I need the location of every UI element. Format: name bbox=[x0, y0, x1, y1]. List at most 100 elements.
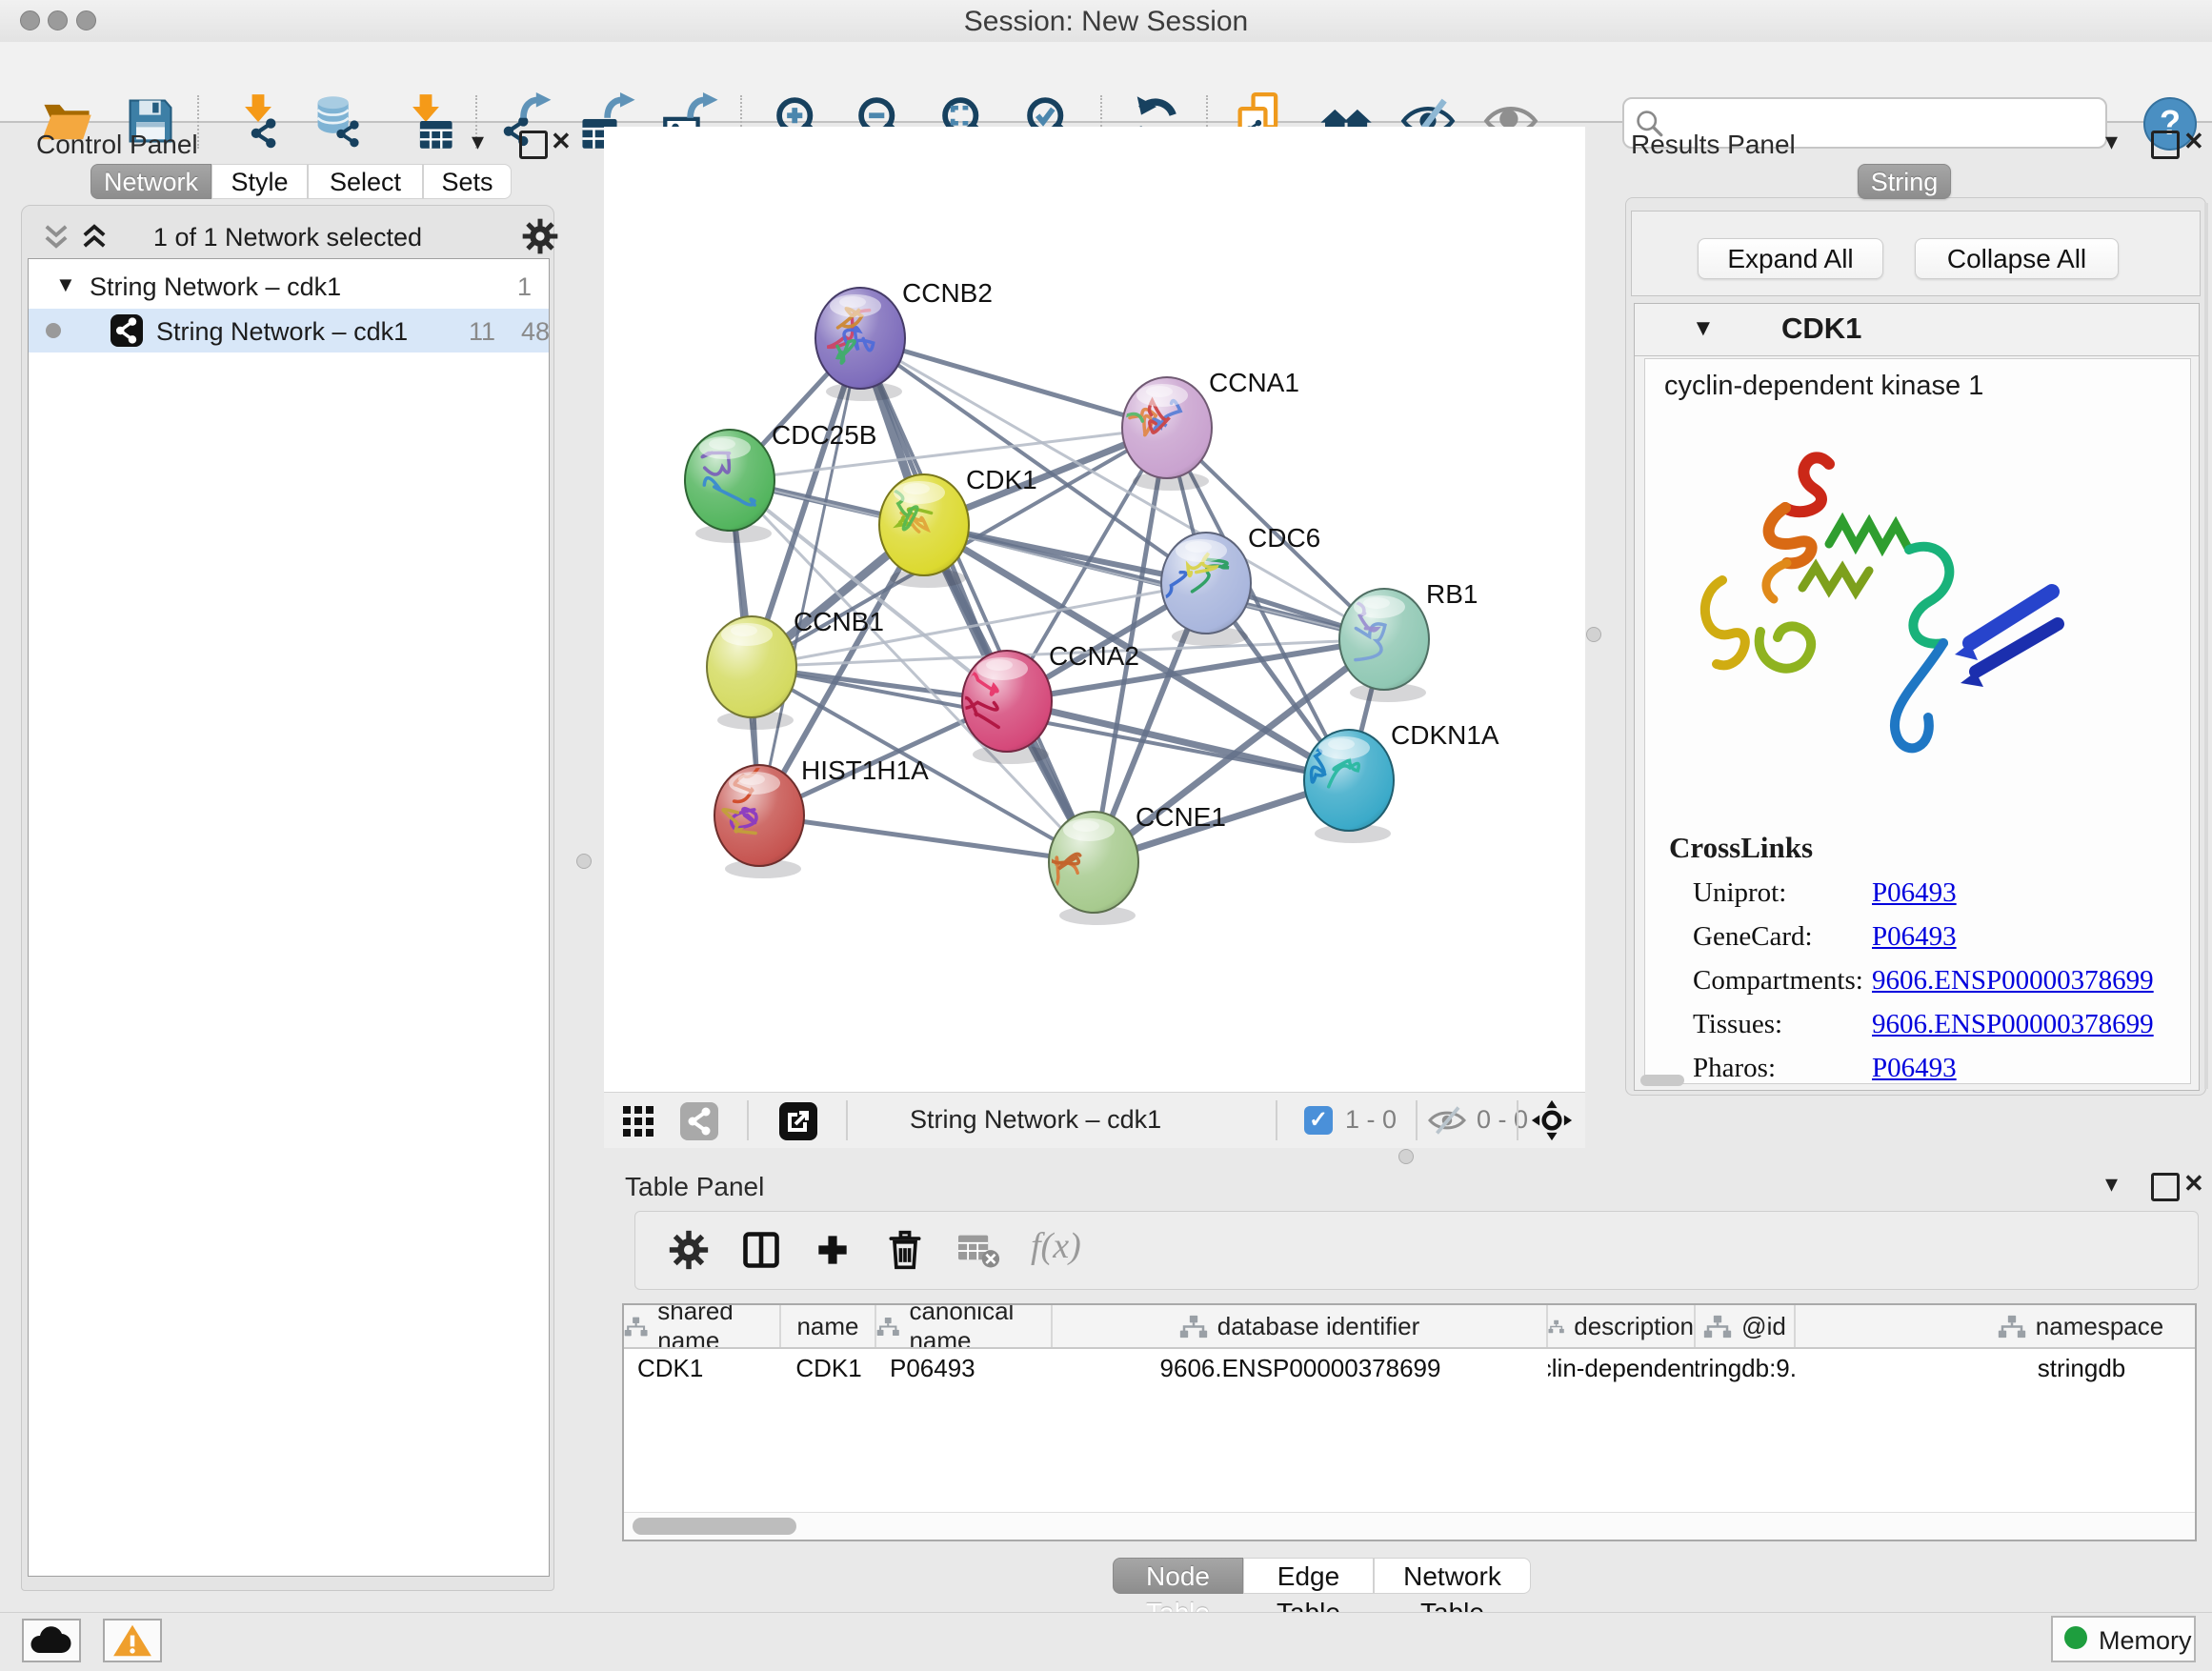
expand-all-button[interactable]: Expand All bbox=[1698, 238, 1883, 279]
crosslink-value-link[interactable]: P06493 bbox=[1872, 1053, 1957, 1084]
node-CDC25B[interactable] bbox=[685, 430, 774, 543]
network-row[interactable]: String Network – cdk1 11 48 bbox=[29, 309, 549, 352]
tab-network-table[interactable]: Network Table bbox=[1374, 1558, 1531, 1594]
close-panel-icon[interactable]: ✕ bbox=[2183, 127, 2204, 155]
node-CCNB1[interactable] bbox=[707, 616, 796, 730]
node-CDC6[interactable] bbox=[1152, 533, 1252, 646]
crosslink-label: Uniprot: bbox=[1693, 877, 1786, 909]
column-header-database-identifier[interactable]: database identifier bbox=[1053, 1305, 1548, 1347]
column-header-shared-name[interactable]: shared name bbox=[624, 1305, 781, 1347]
table-header-row: shared namename canonical namedatabase id… bbox=[624, 1305, 2195, 1349]
node-label-CCNA2: CCNA2 bbox=[1049, 641, 1139, 671]
tab-node-table[interactable]: Node Table bbox=[1113, 1558, 1243, 1594]
column-header-name[interactable]: name bbox=[781, 1305, 876, 1347]
left-splitter-handle[interactable] bbox=[576, 854, 592, 869]
node-label-CDC6: CDC6 bbox=[1248, 523, 1320, 553]
table-hscrollbar-thumb[interactable] bbox=[633, 1518, 796, 1535]
edge-CCNB2-CCNA1[interactable] bbox=[860, 338, 1167, 428]
edge-CCNB2-HIST1H1A[interactable] bbox=[759, 338, 860, 815]
delete-column-icon[interactable] bbox=[884, 1229, 926, 1276]
horizontal-splitter-handle[interactable] bbox=[1398, 1149, 1414, 1164]
close-panel-icon[interactable]: ✕ bbox=[2183, 1169, 2204, 1198]
birds-eye-view-icon[interactable] bbox=[621, 1104, 655, 1143]
collection-expander-icon[interactable]: ▼ bbox=[55, 272, 76, 297]
collapse-all-button[interactable]: Collapse All bbox=[1915, 238, 2119, 279]
crosslink-value-link[interactable]: P06493 bbox=[1872, 921, 1957, 953]
table-cell[interactable]: 9606.ENSP00000378699 bbox=[1053, 1349, 1548, 1387]
results-vscrollbar-track[interactable] bbox=[2204, 203, 2208, 1089]
show-columns-icon[interactable] bbox=[740, 1229, 782, 1276]
tab-sets[interactable]: Sets bbox=[423, 164, 512, 199]
crosslink-row: GeneCard:P06493 bbox=[1645, 917, 2190, 961]
network-edge-count: 48 bbox=[521, 317, 550, 347]
pan-crosshair-icon[interactable] bbox=[1531, 1099, 1573, 1146]
maximize-panel-icon[interactable] bbox=[519, 131, 548, 159]
crosslink-value-link[interactable]: P06493 bbox=[1872, 877, 1957, 909]
right-splitter-handle[interactable] bbox=[1586, 627, 1601, 642]
tab-network[interactable]: Network bbox=[90, 164, 211, 199]
float-panel-icon[interactable]: ▾ bbox=[472, 127, 484, 155]
tab-select[interactable]: Select bbox=[308, 164, 423, 199]
network-options-gear-icon[interactable] bbox=[521, 217, 559, 260]
table-hscrollbar[interactable] bbox=[624, 1512, 2195, 1540]
network-list: ▼ String Network – cdk1 1 String Network… bbox=[28, 258, 550, 1577]
network-status-dot-icon bbox=[46, 323, 61, 338]
table-cell[interactable]: CDK1 bbox=[624, 1349, 781, 1387]
column-header--id[interactable]: @id bbox=[1696, 1305, 1796, 1347]
column-header-label: canonical name bbox=[909, 1305, 1051, 1347]
tab-edge-table[interactable]: Edge Table bbox=[1243, 1558, 1374, 1594]
table-cell[interactable]: stringdb:9... bbox=[1696, 1349, 1796, 1387]
results-hscrollbar-thumb[interactable] bbox=[1640, 1075, 1684, 1086]
crosslink-row: Compartments:9606.ENSP00000378699 bbox=[1645, 961, 2190, 1005]
results-buttons-box: Expand All Collapse All bbox=[1631, 211, 2201, 296]
table-cell[interactable]: stringdb bbox=[1796, 1349, 2197, 1387]
function-builder-icon: f(x) bbox=[1031, 1225, 1081, 1267]
tab-style[interactable]: Style bbox=[211, 164, 308, 199]
create-column-icon[interactable] bbox=[812, 1229, 854, 1276]
memory-label: Memory bbox=[2099, 1626, 2192, 1656]
table-options-gear-icon[interactable] bbox=[668, 1229, 710, 1276]
crosslink-value-link[interactable]: 9606.ENSP00000378699 bbox=[1872, 1009, 2154, 1040]
network-canvas[interactable]: CCNB2CCNA1CDC25BCDK1CDC6RB1CCNB1CCNA2CDK… bbox=[604, 127, 1585, 1092]
table-row[interactable]: CDK1CDK1P064939606.ENSP00000378699cyclin… bbox=[624, 1349, 2195, 1387]
table-cell[interactable]: P06493 bbox=[876, 1349, 1053, 1387]
node-HIST1H1A[interactable] bbox=[714, 765, 804, 878]
detach-view-icon[interactable] bbox=[779, 1102, 817, 1140]
memory-button[interactable]: Memory bbox=[2051, 1616, 2196, 1662]
table-cell[interactable]: CDK1 bbox=[781, 1349, 876, 1387]
node-CDKN1A[interactable] bbox=[1300, 730, 1394, 843]
separator bbox=[1517, 1100, 1518, 1140]
warnings-button[interactable] bbox=[103, 1619, 162, 1662]
tab-string[interactable]: String bbox=[1858, 164, 1951, 199]
float-panel-icon[interactable]: ▾ bbox=[2105, 1169, 2118, 1198]
gene-card-body: cyclin-dependent kinase 1 bbox=[1644, 358, 2191, 1084]
maximize-panel-icon[interactable] bbox=[2151, 1173, 2180, 1201]
edge-CCNE1-HIST1H1A[interactable] bbox=[759, 815, 1094, 862]
column-header-namespace[interactable]: namespace bbox=[1796, 1305, 2197, 1347]
network-overview-icon[interactable] bbox=[680, 1102, 718, 1140]
control-panel-title: Control Panel bbox=[36, 130, 198, 160]
network-node-count: 11 bbox=[469, 317, 495, 347]
results-panel-title: Results Panel bbox=[1631, 130, 1796, 160]
node-CCNA1[interactable] bbox=[1112, 377, 1212, 491]
network-selection-summary: 1 of 1 Network selected bbox=[22, 223, 553, 252]
gene-card-expander-icon[interactable]: ▼ bbox=[1692, 315, 1715, 342]
network-collection-row[interactable]: ▼ String Network – cdk1 1 bbox=[29, 265, 549, 309]
application-window: Session: New Session bbox=[0, 0, 2212, 1671]
crosslink-value-link[interactable]: 9606.ENSP00000378699 bbox=[1872, 965, 2154, 997]
float-panel-icon[interactable]: ▾ bbox=[2105, 127, 2118, 155]
gene-card-header[interactable]: ▼ CDK1 bbox=[1635, 304, 2199, 356]
node-RB1[interactable] bbox=[1339, 589, 1429, 702]
node-CCNB2[interactable] bbox=[815, 288, 905, 401]
maximize-panel-icon[interactable] bbox=[2151, 131, 2180, 159]
column-header-description[interactable]: description bbox=[1548, 1305, 1696, 1347]
column-header-canonical-name[interactable]: canonical name bbox=[876, 1305, 1053, 1347]
separator bbox=[846, 1100, 848, 1140]
hierarchy-column-icon bbox=[624, 1315, 648, 1339]
close-panel-icon[interactable]: ✕ bbox=[551, 127, 572, 155]
separator bbox=[747, 1100, 749, 1140]
cloud-status-button[interactable] bbox=[22, 1619, 81, 1662]
selected-items-checkbox[interactable]: ✓ bbox=[1304, 1106, 1333, 1135]
table-cell[interactable]: cyclin-dependent ... bbox=[1548, 1349, 1696, 1387]
node-CCNE1[interactable] bbox=[1046, 812, 1138, 925]
